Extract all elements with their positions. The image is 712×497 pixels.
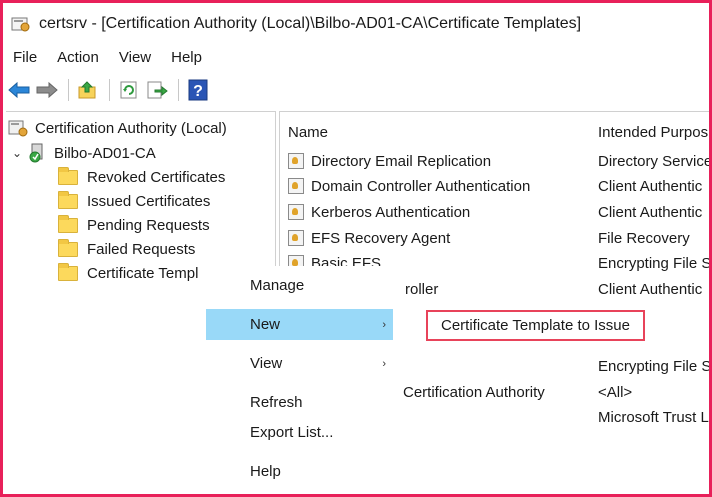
folder-icon	[58, 238, 78, 257]
intended-purpose-cell: Client Authentic	[598, 281, 703, 298]
tree-root-label: Certification Authority (Local)	[35, 119, 227, 137]
menu-help[interactable]: Help	[164, 49, 209, 66]
column-header-name[interactable]: Name	[288, 124, 328, 141]
screenshot-frame: certsrv - [Certification Authority (Loca…	[0, 0, 712, 497]
new-submenu: Certificate Template to Issue	[393, 305, 709, 345]
template-name: Directory Email Replication	[311, 152, 492, 170]
context-menu-item-view[interactable]: View ›	[206, 348, 396, 379]
submenu-item-certificate-template-to-issue[interactable]: Certificate Template to Issue	[426, 310, 645, 341]
list-item[interactable]: Kerberos Authentication	[288, 200, 470, 224]
template-name: Domain Controller Authentication	[311, 177, 531, 195]
ca-server-icon	[28, 143, 46, 163]
menu-file[interactable]: File	[6, 49, 44, 66]
tree-item-label: Failed Requests	[87, 240, 196, 258]
intended-purpose-cell: <All>	[598, 384, 633, 401]
chevron-down-icon[interactable]: ⌄	[12, 146, 28, 160]
tree-item-label: Revoked Certificates	[87, 168, 226, 186]
certificate-template-icon	[288, 204, 304, 220]
certification-authority-icon	[8, 118, 30, 138]
context-menu-item-help[interactable]: Help	[206, 456, 396, 487]
template-name: roller	[405, 280, 439, 298]
chevron-right-icon: ›	[382, 357, 386, 370]
tree-item-label: Certificate Templ	[87, 264, 199, 282]
intended-purpose-cell: Encrypting File S	[598, 255, 712, 272]
title-bar: certsrv - [Certification Authority (Loca…	[6, 6, 709, 42]
tree-item-certificate-templates[interactable]: Certificate Templ	[58, 261, 198, 285]
help-icon[interactable]: ?	[185, 77, 211, 103]
list-item[interactable]: Certification Authority	[403, 380, 545, 404]
intended-purpose-cell: Microsoft Trust L	[598, 409, 709, 426]
tree-ca-label: Bilbo-AD01-CA	[54, 144, 156, 162]
export-list-icon[interactable]	[144, 77, 170, 103]
template-name: EFS Recovery Agent	[311, 229, 451, 247]
submenu-item-label: Certificate Template to Issue	[441, 317, 630, 334]
intended-purpose-cell: Directory Service	[598, 153, 712, 170]
certsrv-app-icon	[11, 15, 31, 33]
tree-node-ca[interactable]: ⌄ Bilbo-AD01-CA	[12, 141, 156, 165]
list-item[interactable]: EFS Recovery Agent	[288, 226, 450, 250]
menu-item-label: Help	[250, 463, 281, 480]
list-item[interactable]: roller	[405, 277, 438, 301]
menu-item-label: Refresh	[250, 394, 303, 411]
column-header-intended-purpose[interactable]: Intended Purpos	[598, 124, 708, 141]
chevron-right-icon: ›	[382, 318, 386, 331]
toolbar: ?	[6, 73, 709, 107]
toolbar-separator	[68, 79, 69, 101]
tree-node-root[interactable]: Certification Authority (Local)	[8, 116, 227, 140]
tree-item-label: Pending Requests	[87, 216, 210, 234]
context-menu-item-refresh[interactable]: Refresh	[206, 387, 396, 418]
folder-icon	[58, 214, 78, 233]
menu-action[interactable]: Action	[50, 49, 106, 66]
list-item[interactable]: Directory Email Replication	[288, 149, 491, 173]
context-menu-item-export-list[interactable]: Export List...	[206, 417, 396, 448]
context-menu: Manage New › View › Refresh Export List.…	[206, 266, 402, 494]
tree-item-pending-requests[interactable]: Pending Requests	[58, 213, 210, 237]
template-name: Kerberos Authentication	[311, 203, 471, 221]
context-menu-item-manage[interactable]: Manage	[206, 270, 396, 301]
back-arrow-icon[interactable]	[6, 77, 32, 103]
intended-purpose-cell: Client Authentic	[598, 178, 703, 195]
certificate-template-icon	[288, 230, 304, 246]
menu-bar: File Action View Help	[6, 45, 215, 69]
certificate-template-icon	[288, 178, 304, 194]
template-name: Certification Authority	[403, 383, 545, 401]
certificate-template-icon	[288, 153, 304, 169]
menu-item-label: Manage	[250, 277, 305, 294]
list-item[interactable]: Domain Controller Authentication	[288, 174, 530, 198]
intended-purpose-cell: File Recovery	[598, 230, 690, 247]
toolbar-separator	[178, 79, 179, 101]
menu-item-label: New	[250, 316, 281, 333]
tree-item-issued-certificates[interactable]: Issued Certificates	[58, 189, 210, 213]
svg-text:?: ?	[193, 83, 203, 100]
tree-item-revoked-certificates[interactable]: Revoked Certificates	[58, 165, 225, 189]
up-folder-icon[interactable]	[75, 77, 101, 103]
menu-view[interactable]: View	[112, 49, 158, 66]
window-title: certsrv - [Certification Authority (Loca…	[39, 15, 582, 32]
folder-icon	[58, 262, 78, 281]
folder-icon	[58, 166, 78, 185]
folder-icon	[58, 190, 78, 209]
tree-item-failed-requests[interactable]: Failed Requests	[58, 237, 195, 261]
refresh-icon[interactable]	[116, 77, 142, 103]
toolbar-separator	[109, 79, 110, 101]
menu-item-label: Export List...	[250, 424, 334, 441]
intended-purpose-cell: Client Authentic	[598, 204, 703, 221]
intended-purpose-cell: Encrypting File S	[598, 358, 712, 375]
tree-item-label: Issued Certificates	[87, 192, 211, 210]
menu-item-label: View	[250, 355, 283, 372]
context-menu-item-new[interactable]: New ›	[206, 309, 396, 340]
forward-arrow-icon[interactable]	[34, 77, 60, 103]
